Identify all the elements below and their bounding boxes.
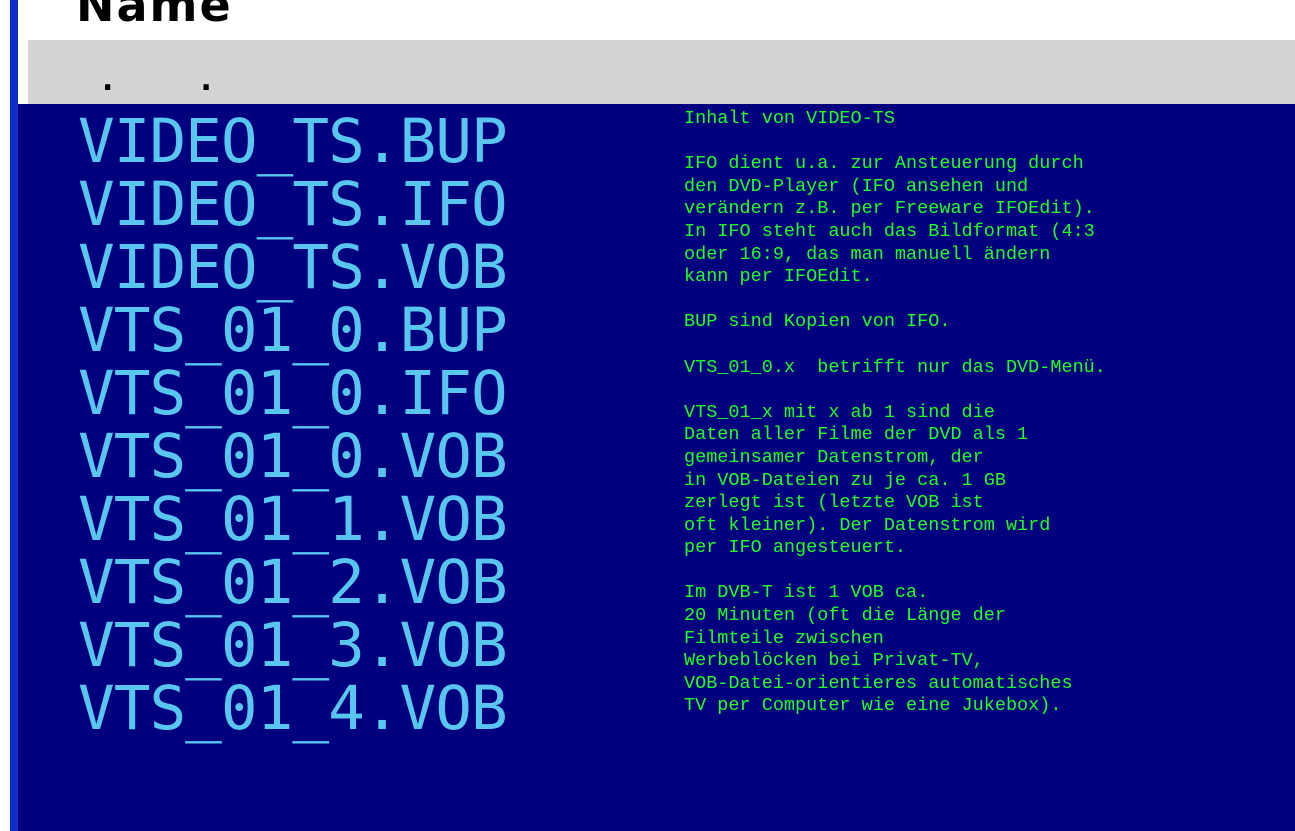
window-edge <box>0 0 10 831</box>
info-line: verändern z.B. per Freeware IFOEdit). <box>684 198 1095 220</box>
file-list: VIDEO_TS.BUP VIDEO_TS.IFO VIDEO_TS.VOB V… <box>78 110 508 740</box>
file-item[interactable]: VTS_01_2.VOB <box>78 551 508 614</box>
info-line: oft kleiner). Der Datenstrom wird <box>684 514 1051 536</box>
file-item[interactable]: VTS_01_1.VOB <box>78 488 508 551</box>
parent-directory-label: . . <box>98 60 246 98</box>
info-line: in VOB-Dateien zu je ca. 1 GB <box>684 469 1006 491</box>
parent-directory-row[interactable]: . . <box>26 38 1295 104</box>
info-line: Im DVB-T ist 1 VOB ca. <box>684 582 929 604</box>
info-line: Filmteile zwischen <box>684 627 884 649</box>
file-listing-panel: VIDEO_TS.BUP VIDEO_TS.IFO VIDEO_TS.VOB V… <box>18 104 1295 831</box>
info-line: per IFO angesteuert. <box>684 537 907 559</box>
info-line: zerlegt ist (letzte VOB ist <box>684 492 984 514</box>
file-item[interactable]: VTS_01_0.BUP <box>78 299 508 362</box>
annotation-text: Inhalt von VIDEO-TS IFO dient u.a. zur A… <box>684 108 1284 718</box>
info-line: In IFO steht auch das Bildformat (4:3 <box>684 220 1095 242</box>
file-item[interactable]: VTS_01_0.IFO <box>78 362 508 425</box>
info-line: VTS_01_x mit x ab 1 sind die <box>684 401 995 423</box>
file-item[interactable]: VIDEO_TS.BUP <box>78 110 508 173</box>
info-line: BUP sind Kopien von IFO. <box>684 311 951 333</box>
file-item[interactable]: VIDEO_TS.IFO <box>78 173 508 236</box>
info-line: gemeinsamer Datenstrom, der <box>684 446 984 468</box>
info-line: oder 16:9, das man manuell ändern <box>684 243 1051 265</box>
info-line: Daten aller Filme der DVD als 1 <box>684 424 1029 446</box>
file-item[interactable]: VTS_01_0.VOB <box>78 425 508 488</box>
file-item[interactable]: VIDEO_TS.VOB <box>78 236 508 299</box>
info-line: VOB-Datei-orientieres automatisches <box>684 672 1073 694</box>
file-manager-window: Name . . VIDEO_TS.BUP VIDEO_TS.IFO VIDEO… <box>0 0 1295 831</box>
info-line: 20 Minuten (oft die Länge der <box>684 605 1006 627</box>
info-line: IFO dient u.a. zur Ansteuerung durch <box>684 153 1084 175</box>
info-line: VTS_01_0.x betrifft nur das DVD-Menü. <box>684 356 1106 378</box>
file-item[interactable]: VTS_01_3.VOB <box>78 614 508 677</box>
column-header-bar: Name <box>18 0 1295 38</box>
column-header-name[interactable]: Name <box>76 0 233 32</box>
info-line: TV per Computer wie eine Jukebox). <box>684 695 1062 717</box>
panel-border <box>10 0 18 831</box>
info-line: den DVD-Player (IFO ansehen und <box>684 175 1029 197</box>
info-line: kann per IFOEdit. <box>684 266 873 288</box>
file-item[interactable]: VTS_01_4.VOB <box>78 677 508 740</box>
info-heading: Inhalt von VIDEO-TS <box>684 108 895 129</box>
info-line: Werbeblöcken bei Privat-TV, <box>684 650 984 672</box>
